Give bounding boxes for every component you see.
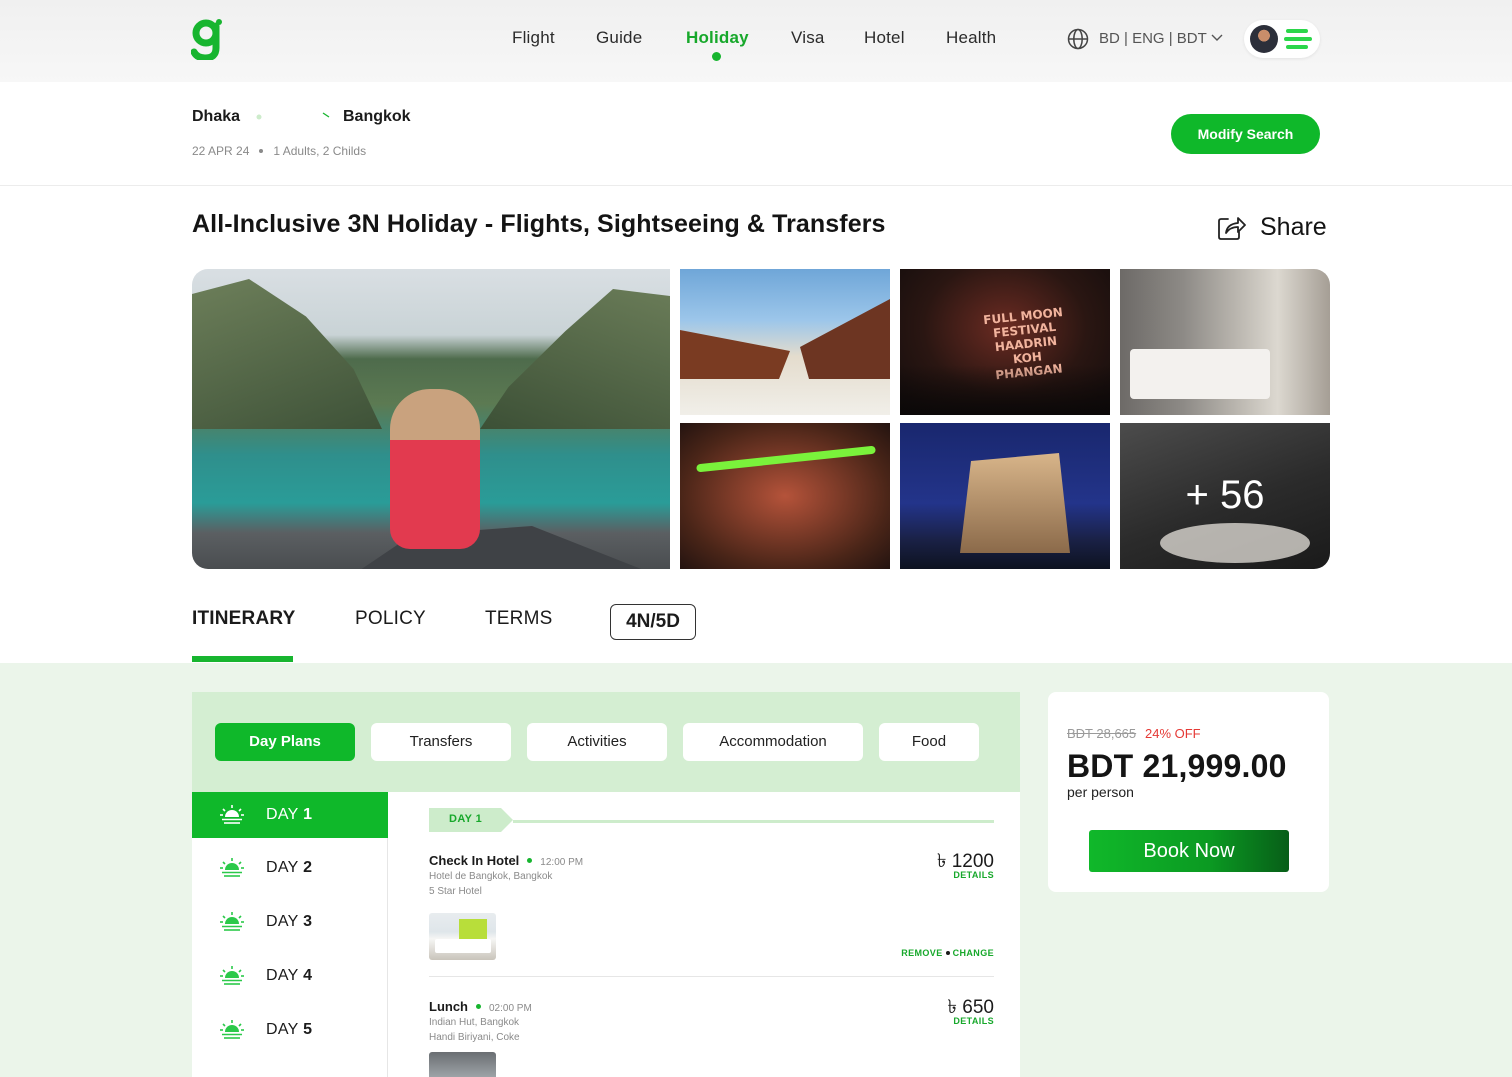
day-divider-line — [513, 820, 994, 823]
top-navigation-bar: Flight Guide Holiday Visa Hotel Health B… — [0, 0, 1512, 82]
locale-selector[interactable]: BD | ENG | BDT — [1099, 30, 1207, 47]
restaurant-thumbnail[interactable] — [429, 1052, 496, 1077]
event-time: 12:00 PM — [540, 857, 584, 868]
chevron-down-icon[interactable] — [1211, 33, 1223, 43]
event-actions: REMOVE CHANGE — [901, 948, 994, 958]
day-item-4[interactable]: DAY 4 — [192, 953, 388, 999]
sunrise-icon — [220, 858, 244, 877]
day-list: DAY 1 DAY 2 DAY 3 DAY 4 DAY 5 — [192, 792, 388, 1077]
gallery-more-photos[interactable]: + 56 — [1120, 423, 1330, 569]
destination-city: Bangkok — [343, 108, 411, 125]
gallery-photo-party-friends[interactable] — [680, 423, 890, 569]
day-label: DAY 4 — [266, 967, 313, 984]
traveller-count: 1 Adults, 2 Childs — [273, 144, 367, 158]
gallery-photo-longtail-boats[interactable] — [680, 269, 890, 415]
filter-day-plans[interactable]: Day Plans — [215, 723, 355, 761]
event-title: Check In Hotel 12:00 PM — [429, 853, 584, 868]
menu-icon[interactable] — [1284, 29, 1312, 49]
event-location: Hotel de Bangkok, Bangkok — [429, 871, 553, 882]
book-now-button[interactable]: Book Now — [1089, 830, 1289, 872]
sunrise-icon — [220, 912, 244, 931]
day-item-1[interactable]: DAY 1 — [192, 792, 388, 838]
nav-guide[interactable]: Guide — [596, 28, 642, 48]
duration-badge: 4N/5D — [610, 604, 696, 640]
day-label: DAY 2 — [266, 859, 313, 876]
nav-health[interactable]: Health — [946, 28, 996, 48]
sunrise-icon — [220, 805, 244, 824]
day-label: DAY 5 — [266, 1021, 313, 1038]
details-link[interactable]: DETAILS — [953, 1016, 994, 1026]
nav-flight[interactable]: Flight — [512, 28, 555, 48]
origin-city: Dhaka — [192, 108, 241, 125]
search-summary: Dhaka Bangkok 22 APR 24 1 Adults, 2 Child… — [0, 82, 1512, 186]
event-title: Lunch 02:00 PM — [429, 999, 532, 1014]
gallery-main-photo[interactable] — [192, 269, 670, 569]
travel-date: 22 APR 24 — [192, 144, 250, 158]
globe-icon[interactable] — [1067, 28, 1089, 50]
day-item-5[interactable]: DAY 5 — [192, 1007, 388, 1053]
price-unit: per person — [1067, 784, 1134, 800]
profile-menu-button[interactable] — [1244, 20, 1320, 58]
day-detail: DAY 1 Check In Hotel 12:00 PM Hotel de Ba… — [429, 792, 994, 1077]
day-plan-panel: DAY 1 DAY 2 DAY 3 DAY 4 DAY 5 DAY 1 Check In… — [192, 792, 1020, 1077]
day-label: DAY 1 — [266, 806, 313, 823]
itinerary-section: Day Plans Transfers Activities Accommoda… — [0, 663, 1512, 1077]
day-tag-label: DAY 1 — [449, 813, 483, 825]
package-title: All-Inclusive 3N Holiday - Flights, Sigh… — [192, 210, 886, 238]
tab-terms[interactable]: TERMS — [485, 608, 553, 630]
gallery-photo-hotel-room[interactable] — [1120, 269, 1330, 415]
filter-food[interactable]: Food — [879, 723, 979, 761]
day-item-2[interactable]: DAY 2 — [192, 845, 388, 891]
itinerary-filter-bar: Day Plans Transfers Activities Accommoda… — [192, 692, 1020, 792]
event-divider — [429, 976, 994, 977]
share-button[interactable]: Share — [1260, 213, 1327, 242]
avatar[interactable] — [1250, 25, 1278, 53]
share-icon[interactable] — [1216, 212, 1246, 242]
event-subtitle: 5 Star Hotel — [429, 886, 482, 897]
sunrise-icon — [220, 966, 244, 985]
discount-label: 24% OFF — [1145, 726, 1201, 741]
sunrise-icon — [220, 1020, 244, 1039]
gallery-photo-hotel-exterior[interactable] — [900, 423, 1110, 569]
price-card: BDT 28,665 24% OFF BDT 21,999.00 per per… — [1048, 692, 1329, 892]
trip-meta: 22 APR 24 1 Adults, 2 Childs — [192, 144, 366, 158]
brand-logo[interactable] — [191, 18, 223, 60]
filter-transfers[interactable]: Transfers — [371, 723, 511, 761]
event-location: Indian Hut, Bangkok — [429, 1017, 520, 1028]
more-photos-count[interactable]: + 56 — [1120, 473, 1330, 518]
hotel-thumbnail[interactable] — [429, 913, 496, 960]
day-item-3[interactable]: DAY 3 — [192, 899, 388, 945]
gallery-photo-full-moon-party[interactable]: FULL MOON FESTIVAL HAADRIN KOH PHANGAN — [900, 269, 1110, 415]
event-time: 02:00 PM — [489, 1003, 532, 1014]
change-link[interactable]: CHANGE — [953, 948, 994, 958]
modify-search-button[interactable]: Modify Search — [1171, 114, 1320, 154]
original-price: BDT 28,665 — [1067, 726, 1137, 741]
details-link[interactable]: DETAILS — [953, 870, 994, 880]
filter-accommodation[interactable]: Accommodation — [683, 723, 863, 761]
route-arrow-icon — [256, 112, 330, 120]
active-nav-indicator — [712, 52, 721, 61]
nav-visa[interactable]: Visa — [791, 28, 825, 48]
remove-link[interactable]: REMOVE — [901, 948, 942, 958]
tab-policy[interactable]: POLICY — [355, 608, 426, 630]
final-price: BDT 21,999.00 — [1067, 748, 1287, 784]
nav-holiday[interactable]: Holiday — [686, 28, 749, 48]
event-subtitle: Handi Biriyani, Coke — [429, 1032, 520, 1043]
filter-activities[interactable]: Activities — [527, 723, 667, 761]
nav-hotel[interactable]: Hotel — [864, 28, 905, 48]
active-tab-indicator — [192, 656, 293, 662]
day-label: DAY 3 — [266, 913, 313, 930]
tab-itinerary[interactable]: ITINERARY — [192, 608, 296, 630]
